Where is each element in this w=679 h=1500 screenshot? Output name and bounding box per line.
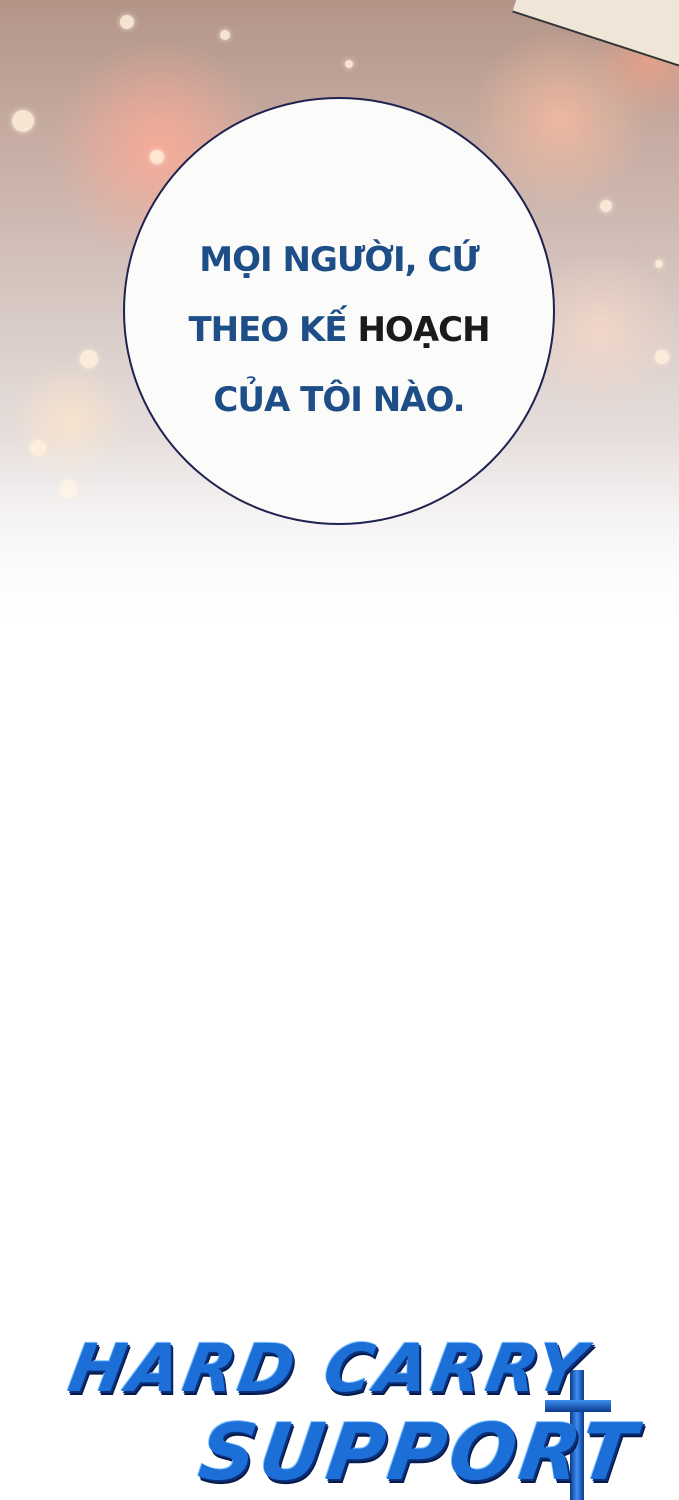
comic-page: MỌI NGƯỜI, CỨ THEO KẾ HOẠCH CỦA TÔI NÀO.… [0,0,679,1500]
sparkle [220,30,230,40]
sparkle [80,350,98,368]
logo-line-2: SUPPORT [193,1408,645,1498]
logo-line-1: HARD CARRY [63,1330,595,1407]
speech-line-1: MỌI NGƯỜI, CỨ [199,240,479,280]
speech-line-3: CỦA TÔI NÀO. [213,380,465,420]
sparkle [150,150,164,164]
speech-line-2: THEO KẾ HOẠCH [123,295,555,365]
sparkle [655,260,663,268]
sparkle [600,200,612,212]
sparkle [12,110,34,132]
sparkle [655,350,669,364]
speech-bubble-text: MỌI NGƯỜI, CỨ THEO KẾ HOẠCH CỦA TÔI NÀO. [123,225,555,435]
sparkle [120,15,134,29]
speech-line-2a: THEO KẾ [188,310,358,350]
series-logo: HARD CARRY SUPPORT [60,1330,644,1500]
speech-line-2b: HOẠCH [357,310,490,350]
sparkle [345,60,353,68]
